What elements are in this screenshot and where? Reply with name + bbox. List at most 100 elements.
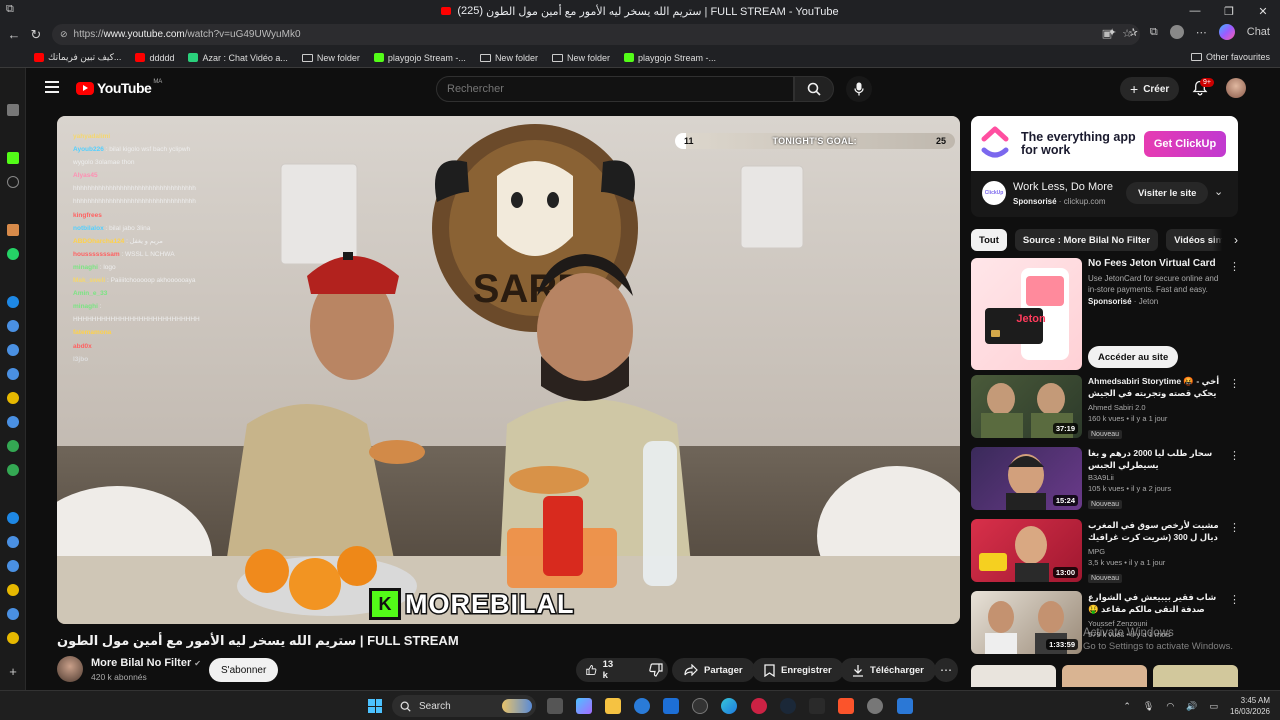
bookmark-item[interactable]: ddddd <box>135 53 174 63</box>
profile-icon[interactable] <box>1169 25 1184 39</box>
site-icon[interactable] <box>7 320 19 332</box>
video-thumbnail[interactable]: 1:33:59 <box>971 591 1082 654</box>
reload-icon[interactable]: ↻ <box>28 27 44 43</box>
more-vert-icon[interactable]: ⋮ <box>1229 593 1240 606</box>
recommended-video[interactable]: 15:24 سحار طلب ليا 2000 درهم و بغا يسيطر… <box>971 447 1240 513</box>
channel-name[interactable]: MPG <box>1088 547 1220 556</box>
short-thumbnail[interactable] <box>1062 665 1147 687</box>
recommended-video[interactable]: 13:00 مشيت لأرخص سوق في المغرب ديال ل 30… <box>971 519 1240 585</box>
microphone-icon[interactable]: 🎙 <box>1143 701 1154 712</box>
photos-icon[interactable] <box>663 698 679 714</box>
video-title[interactable]: شاب فقير بيبيعش في الشوارع صدفة التقى ما… <box>1088 591 1220 617</box>
channel-name[interactable]: More Bilal No Filter ✔ <box>91 657 201 669</box>
sponsored-recommendation[interactable]: Jeton No Fees Jeton Virtual Card Use Jet… <box>971 258 1240 370</box>
google-icon[interactable] <box>7 440 19 452</box>
more-vert-icon[interactable]: ⋮ <box>1229 260 1240 273</box>
bookmark-item[interactable]: playgojo Stream -... <box>373 53 466 63</box>
tab-manager-icon[interactable]: ⧉ <box>6 3 22 19</box>
minimize-icon[interactable]: — <box>1178 0 1212 22</box>
settings-gear-icon[interactable] <box>867 698 883 714</box>
video-thumbnail[interactable]: 13:00 <box>971 519 1082 582</box>
video-player[interactable]: SARDI yahyadalimi Ayoub226 : bilal kigol… <box>57 116 960 624</box>
get-clickup-button[interactable]: Get ClickUp <box>1144 131 1226 157</box>
google-icon[interactable] <box>7 464 19 476</box>
short-thumbnail[interactable] <box>1153 665 1238 687</box>
short-thumbnail[interactable] <box>971 665 1056 687</box>
search-button[interactable] <box>794 76 834 102</box>
channel-name[interactable]: Ahmed Sabiri 2.0 <box>1088 403 1220 412</box>
create-button[interactable]: + Créer <box>1120 77 1180 101</box>
brave-browser-icon[interactable] <box>838 698 854 714</box>
video-thumbnail[interactable]: 37:19 <box>971 375 1082 438</box>
account-avatar[interactable] <box>1226 78 1246 98</box>
taskbar-search[interactable]: Search <box>392 695 536 717</box>
video-title[interactable]: Ahmedsabiri Storytime 🤬 - أخي يحكي قصته … <box>1088 375 1220 401</box>
dislike-button[interactable] <box>639 658 673 682</box>
visit-site-button[interactable]: Accéder au site <box>1088 346 1179 368</box>
save-button[interactable]: Enregistrer <box>752 658 844 682</box>
jeton-ad-thumbnail[interactable]: Jeton <box>971 258 1082 370</box>
more-vert-icon[interactable]: ⋮ <box>1229 521 1240 534</box>
app-icon[interactable] <box>634 698 650 714</box>
chat-label[interactable]: Chat <box>1247 26 1270 38</box>
globe-icon[interactable] <box>7 176 19 188</box>
cloud-icon[interactable] <box>7 296 19 308</box>
bookmark-folder[interactable]: New folder <box>479 53 538 63</box>
add-icon[interactable]: + <box>7 665 19 678</box>
youtube-logo[interactable]: YouTube MA <box>76 79 162 96</box>
back-arrow-icon[interactable]: ← <box>6 27 22 43</box>
channel-name[interactable]: B3A9Lii <box>1088 473 1220 482</box>
file-explorer-icon[interactable] <box>605 698 621 714</box>
task-view-icon[interactable] <box>547 698 563 714</box>
subscribe-button[interactable]: S'abonner <box>209 658 279 682</box>
app-icon[interactable] <box>692 698 708 714</box>
close-icon[interactable]: ✕ <box>1246 0 1280 22</box>
site-icon[interactable] <box>7 224 19 236</box>
taskbar-clock[interactable]: 3:45 AM 16/03/2026 <box>1230 695 1270 717</box>
whatsapp-icon[interactable] <box>7 248 19 260</box>
steam-icon[interactable] <box>780 698 796 714</box>
wifi-icon[interactable]: ◠ <box>1166 701 1174 712</box>
security-shield-icon[interactable] <box>897 698 913 714</box>
recommended-video[interactable]: 37:19 Ahmedsabiri Storytime 🤬 - أخي يحكي… <box>971 375 1240 441</box>
app-icon[interactable] <box>751 698 767 714</box>
video-thumbnail[interactable]: 15:24 <box>971 447 1082 510</box>
speaker-icon[interactable] <box>7 104 19 116</box>
more-vert-icon[interactable]: ⋮ <box>1229 377 1240 390</box>
site-icon[interactable] <box>7 536 19 548</box>
map-pin-icon[interactable] <box>7 632 19 644</box>
video-title[interactable]: سحار طلب ليا 2000 درهم و بغا يسيطرلي الج… <box>1088 447 1220 471</box>
more-actions-button[interactable]: ⋯ <box>934 658 958 682</box>
voice-search-button[interactable] <box>846 76 872 102</box>
copilot-app-icon[interactable] <box>576 698 592 714</box>
collections-icon[interactable]: ⧉ <box>1150 26 1158 39</box>
site-icon[interactable] <box>7 416 19 428</box>
like-button[interactable]: 13 k <box>576 658 627 682</box>
copilot-icon[interactable] <box>1218 24 1235 40</box>
chip-all[interactable]: Tout <box>971 229 1007 251</box>
menu-icon[interactable] <box>45 81 59 93</box>
epic-games-icon[interactable] <box>809 698 825 714</box>
bookmark-item[interactable]: playgojo Stream -... <box>624 53 716 63</box>
visit-site-button[interactable]: Visiter le site <box>1126 182 1209 204</box>
more-vert-icon[interactable]: ⋮ <box>1229 449 1240 462</box>
url-input[interactable]: ⊘ https://www.youtube.com/watch?v=uG49UW… <box>52 24 1140 45</box>
chevron-right-icon[interactable]: › <box>1212 229 1238 251</box>
chevron-down-icon[interactable]: ⌄ <box>1214 185 1223 198</box>
more-menu-icon[interactable]: ⋯ <box>1196 26 1207 39</box>
ad-banner[interactable]: The everything app for work Get ClickUp <box>971 116 1238 171</box>
share-button[interactable]: Partager <box>672 658 755 682</box>
bookmark-item[interactable]: كيف تبين فريماتك... <box>34 52 121 63</box>
map-pin-icon[interactable] <box>7 584 19 596</box>
map-pin-icon[interactable] <box>7 392 19 404</box>
bookmark-folder[interactable]: New folder <box>551 53 610 63</box>
volume-icon[interactable]: 🔊 <box>1186 701 1197 712</box>
site-icon[interactable] <box>7 344 19 356</box>
battery-icon[interactable]: ▭ <box>1209 701 1218 712</box>
site-icon[interactable] <box>7 560 19 572</box>
site-icon[interactable] <box>7 368 19 380</box>
channel-avatar[interactable] <box>57 656 83 682</box>
chip-source[interactable]: Source : More Bilal No Filter <box>1014 229 1159 251</box>
kick-icon[interactable] <box>7 152 19 164</box>
sponsored-ad-card[interactable]: The everything app for work Get ClickUp … <box>971 116 1238 217</box>
